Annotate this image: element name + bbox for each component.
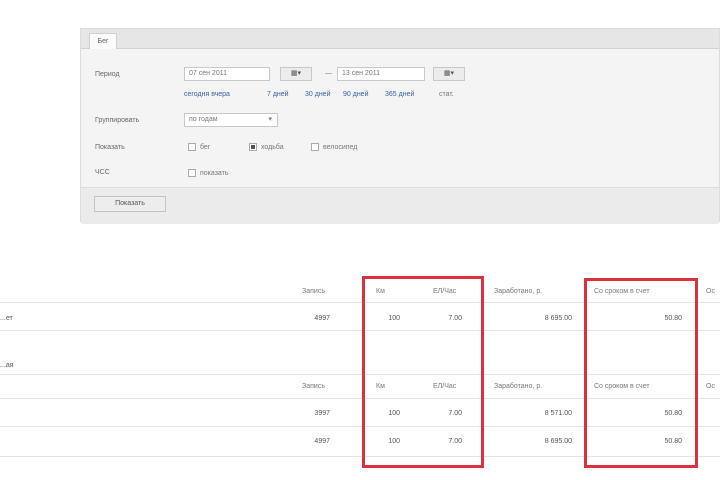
col-header-rest: Ос — [706, 383, 715, 390]
date-from-input[interactable]: 07 сен 2011 — [184, 67, 270, 81]
cell-record: 4997 — [314, 315, 330, 322]
cell-earned: 8 695.00 — [544, 438, 572, 445]
calendar-to-button[interactable]: ▦▾ — [433, 67, 465, 81]
calendar-from-button[interactable]: ▦▾ — [280, 67, 312, 81]
period-label: Период — [95, 71, 120, 78]
preset-today-yesterday[interactable]: сегодня вчера — [184, 91, 230, 98]
checkbox-box — [188, 169, 196, 177]
section-name: ...ая — [0, 362, 14, 369]
group-select-value: по годам — [189, 116, 218, 123]
checkbox-walk[interactable]: ходьба — [249, 143, 284, 151]
checkbox-label: бег — [200, 143, 211, 151]
date-range-dash: — — [325, 70, 332, 77]
panel-footer — [81, 187, 719, 224]
group-label: Группировать — [95, 117, 140, 124]
hr-label: ЧСС — [95, 169, 110, 176]
cell-record: 3997 — [314, 410, 330, 417]
option-label: Показать — [95, 144, 125, 151]
calendar-icon: ▦▾ — [290, 70, 302, 77]
checkbox-box-checked — [249, 143, 257, 151]
preset-365-days[interactable]: 365 дней — [385, 91, 414, 98]
preset-stat[interactable]: стат. — [439, 91, 454, 98]
col-header-record: Запись — [302, 288, 325, 295]
highlight-km-el-columns — [362, 276, 484, 468]
checkbox-label: ходьба — [261, 143, 284, 151]
checkbox-label: показать — [200, 169, 229, 177]
show-button[interactable]: Показать — [94, 196, 166, 212]
col-header-earned: Заработано, р. — [494, 288, 543, 295]
preset-90-days[interactable]: 90 дней — [343, 91, 368, 98]
group-select[interactable]: по годам ▾ — [184, 113, 278, 127]
checkbox-bike[interactable]: велосипед — [311, 143, 357, 151]
checkbox-run[interactable]: бег — [188, 143, 210, 151]
highlight-deadline-column — [584, 278, 698, 468]
col-header-rest: Ос — [706, 288, 715, 295]
tab-run[interactable]: Бег — [89, 33, 117, 49]
chevron-down-icon: ▾ — [268, 116, 272, 123]
filter-panel: Бег Период 07 сен 2011 ▦▾ — 13 сен 2011 … — [80, 28, 720, 224]
col-header-earned: Заработано, р. — [494, 383, 543, 390]
preset-7-days[interactable]: 7 дней — [267, 91, 289, 98]
checkbox-box — [188, 143, 196, 151]
preset-30-days[interactable]: 30 дней — [305, 91, 330, 98]
date-to-input[interactable]: 13 сен 2011 — [337, 67, 425, 81]
checkbox-box — [311, 143, 319, 151]
cell-record: 4997 — [314, 438, 330, 445]
panel-header: Бег — [81, 29, 719, 49]
col-header-record: Запись — [302, 383, 325, 390]
checkbox-show-hr[interactable]: показать — [188, 169, 229, 177]
checkbox-label: велосипед — [323, 143, 358, 151]
calendar-icon: ▦▾ — [443, 70, 455, 77]
cell-earned: 8 571.00 — [544, 410, 572, 417]
row-name: ...ет — [0, 315, 13, 322]
cell-earned: 8 695.00 — [544, 315, 572, 322]
